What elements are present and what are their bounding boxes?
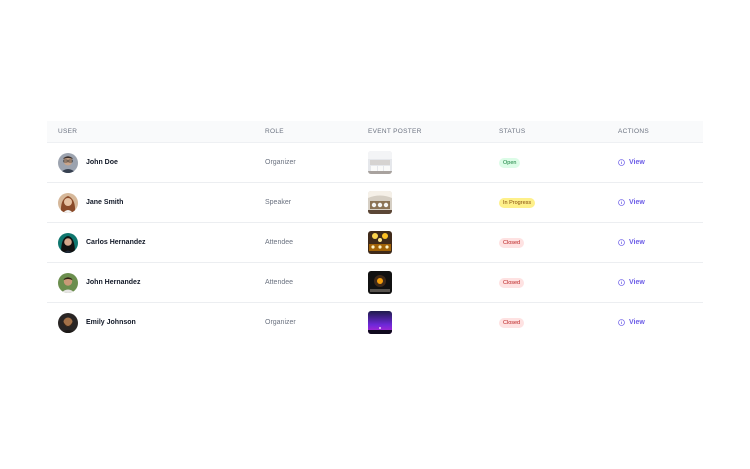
poster-cell xyxy=(368,183,392,222)
actions-cell: View xyxy=(618,143,645,182)
table-row: Carlos Hernandez Attendee Closed View xyxy=(47,223,703,263)
status-badge: Open xyxy=(499,157,521,168)
info-icon xyxy=(618,159,625,166)
poster-cell xyxy=(368,143,392,182)
header-status: STATUS xyxy=(499,128,526,135)
header-role: ROLE xyxy=(265,128,284,135)
view-button[interactable]: View xyxy=(618,199,645,206)
user-name: Emily Johnson xyxy=(86,319,136,326)
poster-cell xyxy=(368,223,392,262)
status-badge: Closed xyxy=(499,317,525,328)
view-button[interactable]: View xyxy=(618,159,645,166)
actions-cell: View xyxy=(618,303,645,342)
avatar xyxy=(58,312,78,333)
actions-cell: View xyxy=(618,223,645,262)
view-label: View xyxy=(629,159,645,166)
user-cell: Carlos Hernandez xyxy=(58,223,146,262)
status-badge: Closed xyxy=(499,237,525,248)
poster-cell xyxy=(368,263,392,302)
status-cell: Closed xyxy=(499,303,525,342)
status-cell: Closed xyxy=(499,223,525,262)
info-icon xyxy=(618,199,625,206)
view-label: View xyxy=(629,199,645,206)
info-icon xyxy=(618,319,625,326)
status-cell: Closed xyxy=(499,263,525,302)
status-badge: Closed xyxy=(499,277,525,288)
status-cell: Open xyxy=(499,143,521,182)
event-poster-image[interactable] xyxy=(368,191,392,214)
table-row: Jane Smith Speaker In Progress View xyxy=(47,183,703,223)
status-cell: In Progress xyxy=(499,183,536,222)
user-name: John Doe xyxy=(86,159,118,166)
actions-cell: View xyxy=(618,263,645,302)
table-row: John Hernandez Attendee Closed View xyxy=(47,263,703,303)
view-label: View xyxy=(629,279,645,286)
info-icon xyxy=(618,279,625,286)
table-header: USER ROLE EVENT POSTER STATUS ACTIONS xyxy=(47,121,703,143)
event-poster-image[interactable] xyxy=(368,231,392,254)
user-name: Jane Smith xyxy=(86,199,124,206)
view-label: View xyxy=(629,319,645,326)
view-button[interactable]: View xyxy=(618,319,645,326)
view-button[interactable]: View xyxy=(618,239,645,246)
view-label: View xyxy=(629,239,645,246)
avatar xyxy=(58,152,78,173)
role-cell: Attendee xyxy=(265,279,294,286)
role-cell: Organizer xyxy=(265,319,296,326)
header-actions: ACTIONS xyxy=(618,128,649,135)
avatar xyxy=(58,192,78,213)
user-name: Carlos Hernandez xyxy=(86,239,146,246)
user-cell: John Hernandez xyxy=(58,263,140,302)
event-poster-image[interactable] xyxy=(368,271,392,294)
header-user: USER xyxy=(58,128,78,135)
table-row: John Doe Organizer Open View xyxy=(47,143,703,183)
user-name: John Hernandez xyxy=(86,279,141,286)
user-cell: Jane Smith xyxy=(58,183,123,222)
status-badge: In Progress xyxy=(499,197,536,208)
user-cell: John Doe xyxy=(58,143,118,182)
role-cell: Attendee xyxy=(265,239,294,246)
view-button[interactable]: View xyxy=(618,279,645,286)
role-cell: Speaker xyxy=(265,199,292,206)
avatar xyxy=(58,272,78,293)
poster-cell xyxy=(368,303,392,342)
user-cell: Emily Johnson xyxy=(58,303,136,342)
actions-cell: View xyxy=(618,183,645,222)
event-poster-image[interactable] xyxy=(368,311,392,334)
role-cell: Organizer xyxy=(265,159,296,166)
header-event-poster: EVENT POSTER xyxy=(368,128,422,135)
users-table: USER ROLE EVENT POSTER STATUS ACTIONS Jo… xyxy=(47,121,703,342)
info-icon xyxy=(618,239,625,246)
avatar xyxy=(58,232,78,253)
table-row: Emily Johnson Organizer Closed View xyxy=(47,303,703,342)
event-poster-image[interactable] xyxy=(368,151,392,174)
